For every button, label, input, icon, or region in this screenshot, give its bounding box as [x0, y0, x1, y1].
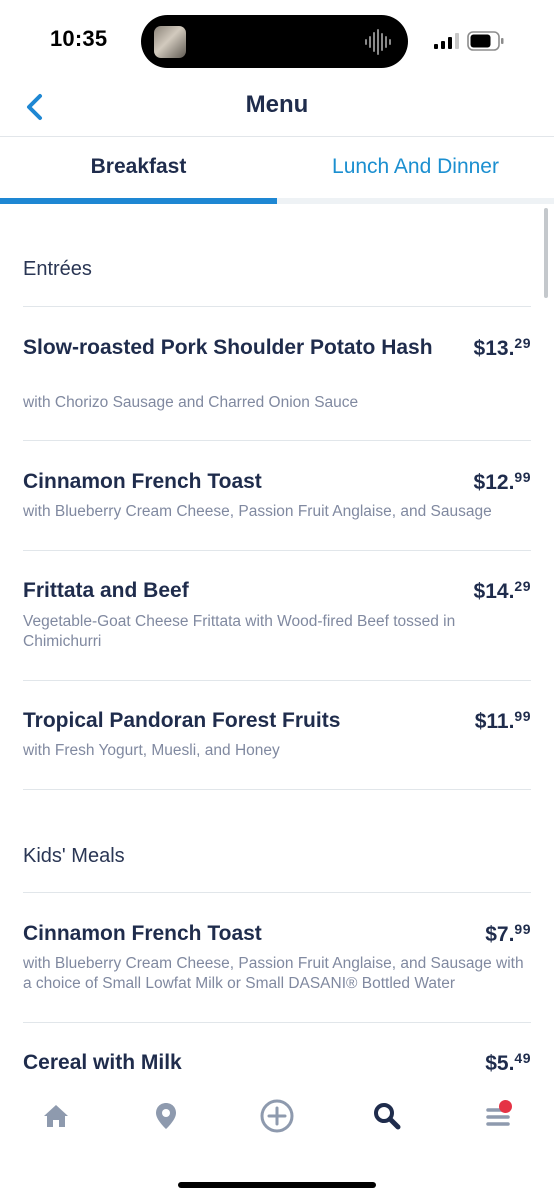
item-name: Tropical Pandoran Forest Fruits [23, 709, 341, 732]
price-dollars: $7. [485, 923, 515, 946]
price-cents: 99 [514, 469, 531, 485]
price-cents: 99 [514, 708, 531, 724]
dynamic-island[interactable] [141, 15, 408, 68]
status-bar: 10:35 [0, 0, 554, 80]
menu-list[interactable]: Entrées Slow-roasted Pork Shoulder Potat… [0, 204, 554, 1076]
audio-waveform-icon [365, 29, 391, 55]
price-dollars: $5. [485, 1052, 515, 1075]
price-dollars: $13. [473, 337, 515, 360]
meal-tabs: Breakfast Lunch And Dinner [0, 138, 554, 204]
item-price: $14.29 [474, 578, 531, 604]
item-price: $12.99 [474, 469, 531, 495]
item-price: $11.99 [475, 708, 531, 734]
cellular-signal-icon [434, 33, 459, 49]
tab-breakfast[interactable]: Breakfast [0, 138, 277, 198]
item-name: Cinnamon French Toast [23, 922, 262, 945]
tab-add[interactable] [255, 1094, 299, 1138]
section-heading-kids-meals: Kids' Meals [23, 845, 125, 867]
battery-icon [467, 31, 504, 51]
item-description: with Fresh Yogurt, Muesli, and Honey [23, 742, 280, 759]
price-cents: 29 [514, 578, 531, 594]
now-playing-artwork [154, 26, 186, 58]
divider [23, 440, 531, 441]
location-pin-icon [156, 1103, 176, 1129]
divider [23, 1022, 531, 1023]
divider [23, 892, 531, 893]
divider [23, 789, 531, 790]
item-description: with Chorizo Sausage and Charred Onion S… [23, 394, 359, 411]
plus-circle-icon [260, 1099, 294, 1133]
item-description: with Blueberry Cream Cheese, Passion Fru… [23, 503, 492, 520]
price-dollars: $14. [473, 580, 515, 603]
divider [23, 306, 531, 307]
tab-search[interactable] [365, 1094, 409, 1138]
section-heading-entrees: Entrées [23, 258, 92, 280]
home-icon [44, 1105, 68, 1127]
home-indicator[interactable] [178, 1182, 376, 1188]
item-description: with Blueberry Cream Cheese, Passion Fru… [23, 955, 524, 992]
item-name: Cereal with Milk [23, 1051, 182, 1074]
price-cents: 29 [514, 335, 531, 351]
tab-more-menu[interactable] [476, 1094, 520, 1138]
divider [23, 680, 531, 681]
price-cents: 99 [514, 921, 531, 937]
item-description: Vegetable-Goat Cheese Frittata with Wood… [23, 613, 456, 650]
notification-badge [499, 1100, 512, 1113]
page-title: Menu [245, 91, 309, 118]
price-dollars: $12. [473, 471, 515, 494]
status-time: 10:35 [50, 26, 108, 51]
price-cents: 49 [514, 1050, 531, 1066]
tab-locations[interactable] [144, 1094, 188, 1138]
menu-icon [486, 1108, 510, 1126]
search-icon [374, 1103, 401, 1130]
divider [23, 550, 531, 551]
item-price: $13.29 [474, 335, 531, 361]
item-price: $5.49 [485, 1050, 531, 1076]
scrollbar[interactable] [544, 208, 548, 298]
price-dollars: $11. [474, 710, 515, 733]
item-price: $7.99 [485, 921, 531, 947]
item-name: Slow-roasted Pork Shoulder Potato Hash [23, 336, 433, 359]
tab-home[interactable] [34, 1094, 78, 1138]
navigation-header: Menu [0, 80, 554, 137]
item-name: Frittata and Beef [23, 579, 189, 602]
tab-lunch-and-dinner[interactable]: Lunch And Dinner [277, 138, 554, 198]
item-name: Cinnamon French Toast [23, 470, 262, 493]
